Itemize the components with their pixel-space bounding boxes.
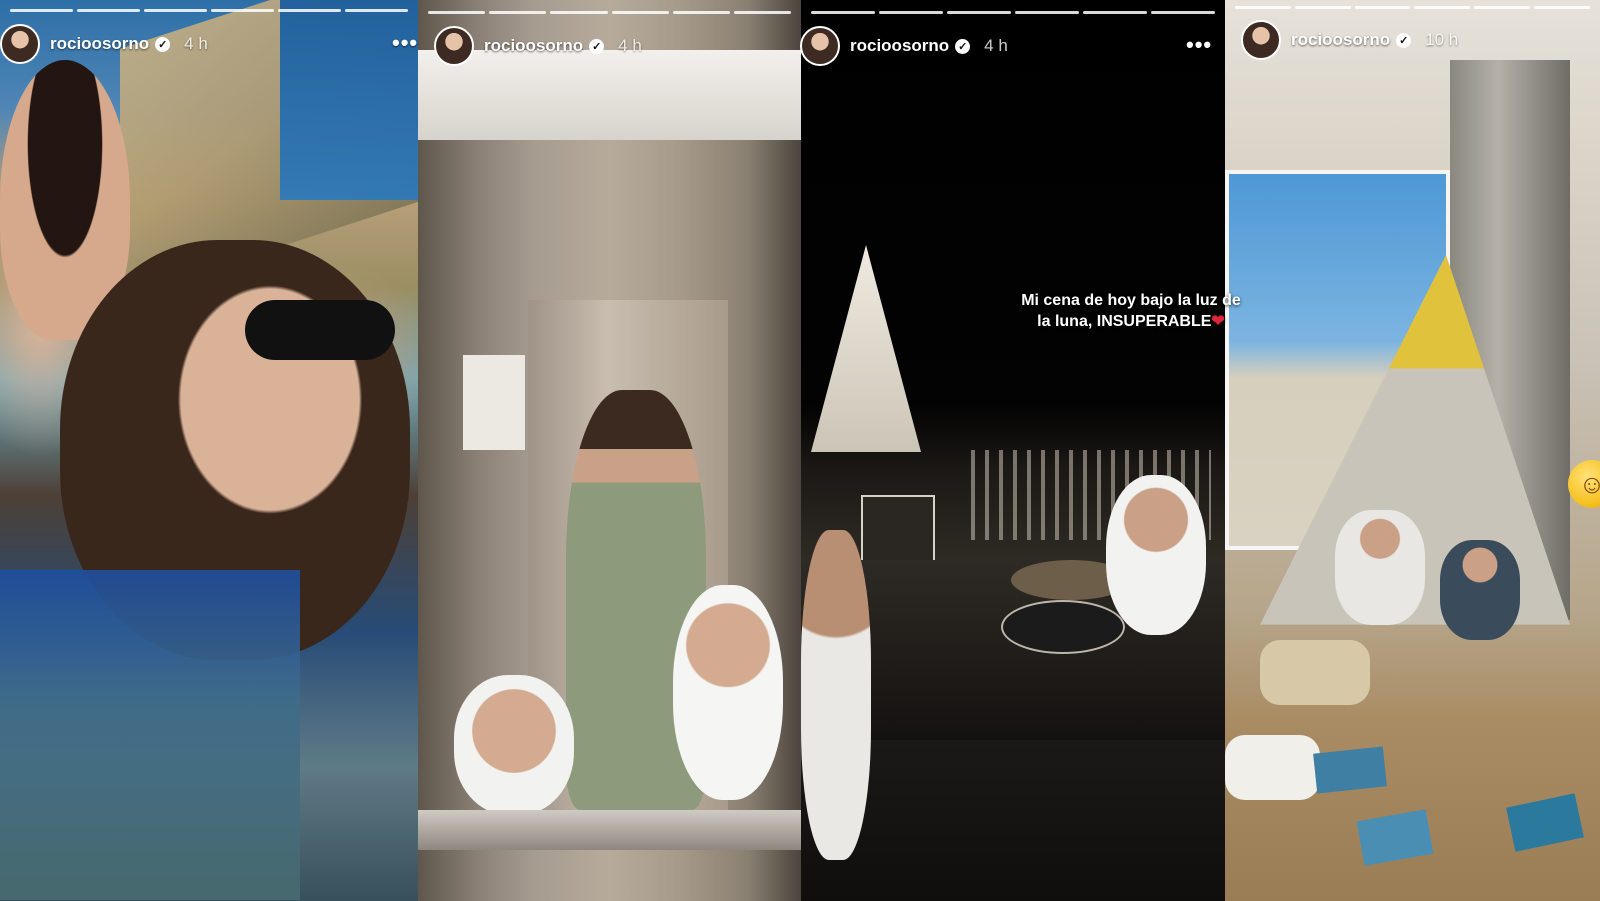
story-panel-2[interactable]	[418, 0, 801, 901]
verified-badge-icon: ✓	[955, 38, 971, 54]
verified-badge-icon: ✓	[1396, 32, 1412, 48]
child-in-tent-1	[1335, 510, 1425, 625]
avatar[interactable]	[1241, 20, 1281, 60]
post-time: 4 h	[984, 36, 1008, 55]
story-progress-1	[10, 9, 408, 12]
story-progress-2	[428, 11, 792, 14]
child-in-tent-2	[1440, 540, 1520, 640]
caption-text: Mi cena de hoy bajo la luz de la luna, I…	[1021, 292, 1241, 330]
more-options-icon[interactable]: •••	[392, 30, 418, 56]
story-header-3: rocioosorno ✓ 4 h	[800, 26, 1008, 66]
story-progress-4	[1235, 6, 1590, 9]
avatar[interactable]	[0, 24, 40, 64]
post-time: 4 h	[618, 36, 642, 55]
book	[1506, 793, 1584, 852]
story-panel-3[interactable]	[801, 0, 1225, 901]
story-caption: Mi cena de hoy bajo la luz de la luna, I…	[1021, 290, 1241, 332]
child-right	[673, 585, 783, 800]
avatar[interactable]	[800, 26, 840, 66]
floor-pillow	[1225, 735, 1320, 800]
book	[1356, 809, 1434, 866]
bowl	[1001, 600, 1125, 654]
username[interactable]: rocioosorno	[1291, 30, 1390, 50]
child-left	[801, 530, 871, 860]
username[interactable]: rocioosorno	[484, 36, 583, 56]
closed-umbrella	[811, 245, 921, 452]
story-panel-4[interactable]	[1225, 0, 1600, 901]
verified-badge-icon: ✓	[589, 38, 605, 54]
floor-cushion	[1260, 640, 1370, 705]
pool-water	[0, 570, 300, 900]
book	[1313, 746, 1387, 794]
verified-badge-icon: ✓	[155, 36, 171, 52]
handrail	[418, 810, 801, 850]
username[interactable]: rocioosorno	[850, 36, 949, 56]
post-time: 4 h	[184, 34, 208, 53]
child-right	[1106, 475, 1206, 635]
story-header-2: rocioosorno ✓ 4 h	[434, 26, 642, 66]
avatar[interactable]	[434, 26, 474, 66]
story-panel-1[interactable]	[0, 0, 418, 901]
username[interactable]: rocioosorno	[50, 34, 149, 54]
post-time: 10 h	[1425, 30, 1459, 49]
child-left	[454, 675, 574, 815]
elevator-notice	[463, 355, 525, 450]
heart-icon: ❤	[1211, 313, 1225, 330]
sunglasses	[245, 300, 395, 360]
lantern	[861, 495, 935, 569]
more-options-icon[interactable]: •••	[1186, 32, 1212, 58]
story-header-1: rocioosorno ✓ 4 h	[0, 24, 208, 64]
story-header-4: rocioosorno ✓ 10 h	[1241, 20, 1458, 60]
story-progress-3	[811, 11, 1215, 14]
